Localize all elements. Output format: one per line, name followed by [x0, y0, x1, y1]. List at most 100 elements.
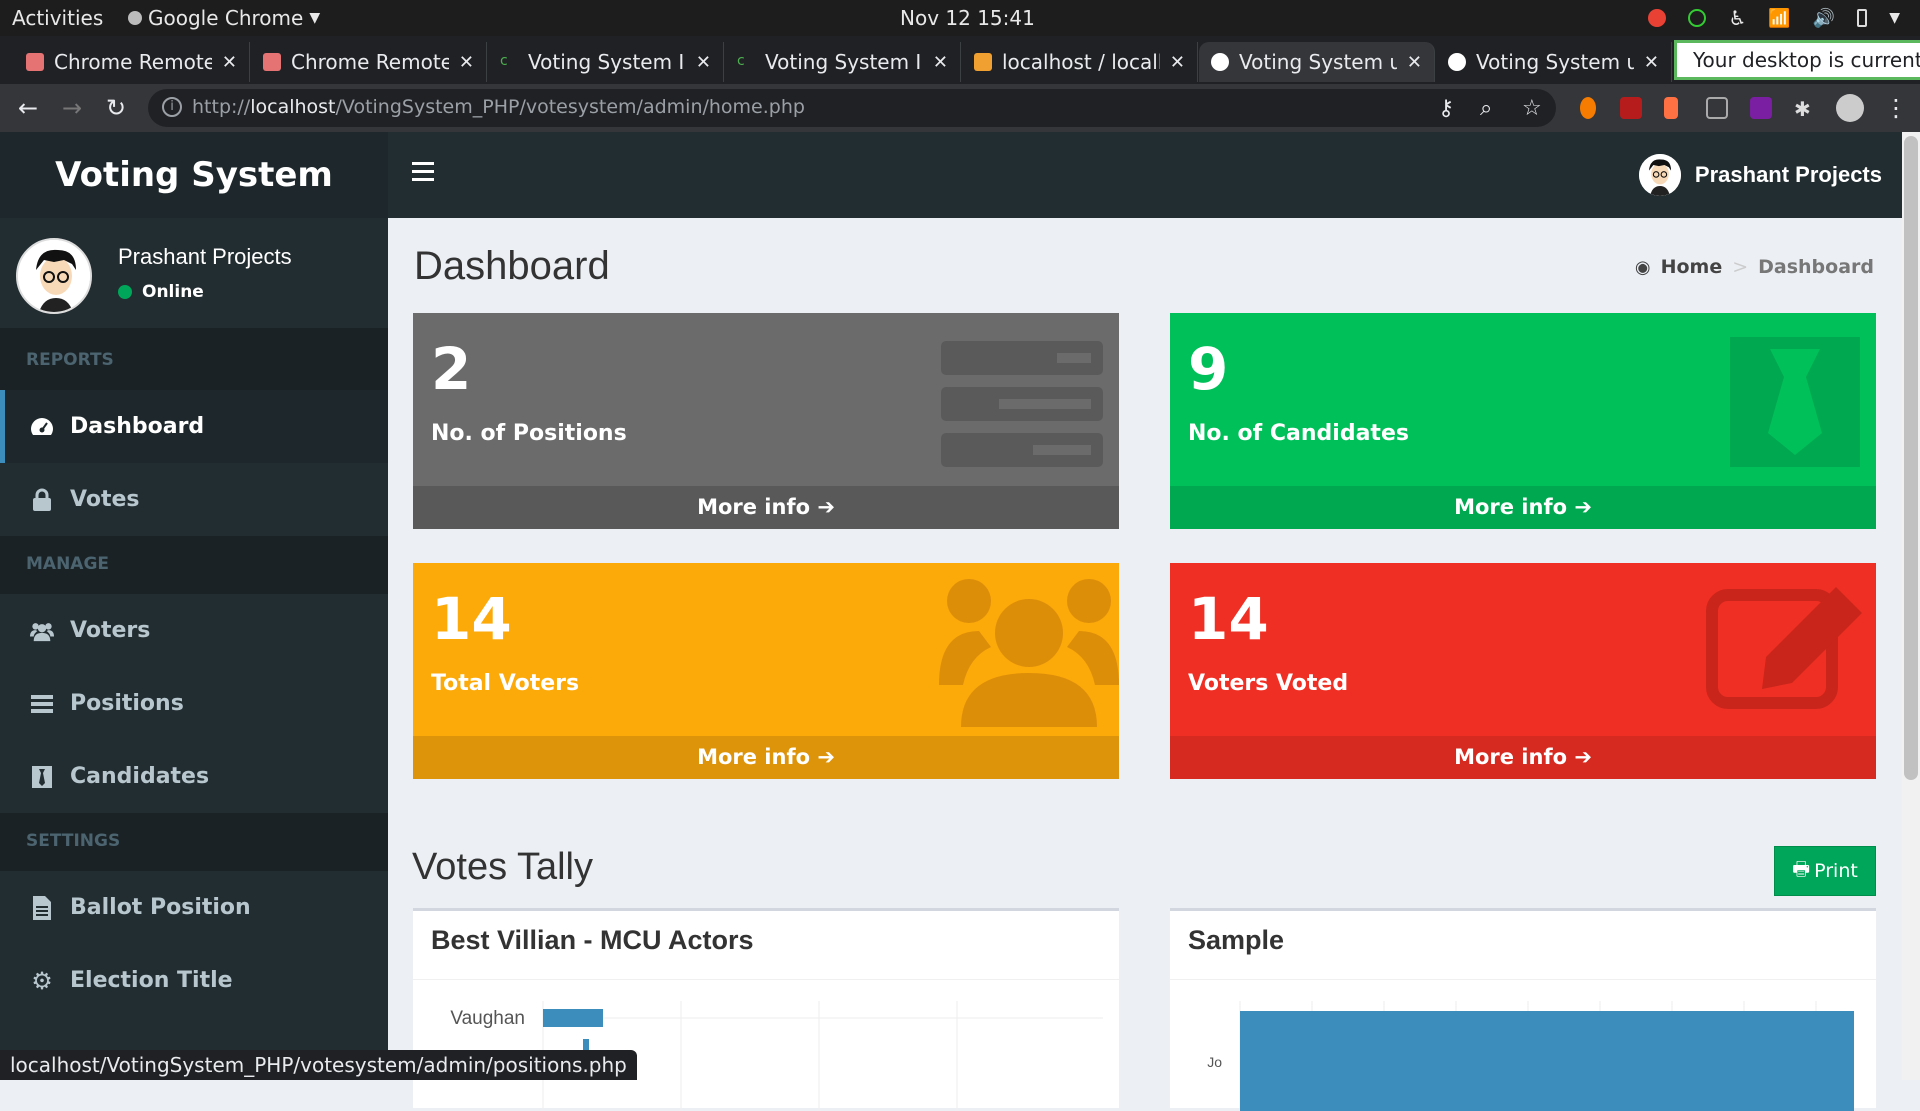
browser-tab[interactable]: c Voting System In ✕ [725, 42, 961, 82]
browser-tab[interactable]: Chrome Remote ✕ [251, 42, 487, 82]
sidebar-item-positions[interactable]: Positions [0, 667, 388, 740]
avatar-icon [18, 240, 90, 312]
sidebar-item-votes[interactable]: Votes [0, 463, 388, 536]
stat-value: 2 [431, 335, 472, 403]
key-icon[interactable]: ⚷ [1438, 96, 1454, 121]
more-menu-icon[interactable]: ⋮ [1884, 94, 1908, 122]
close-icon[interactable]: ✕ [222, 52, 237, 73]
chrome-remote-favicon [263, 53, 281, 71]
codeprojects-favicon: c [737, 53, 745, 69]
close-icon[interactable]: ✕ [1644, 52, 1659, 73]
bookmark-star-icon[interactable]: ☆ [1522, 96, 1542, 121]
sidebar-item-dashboard[interactable]: Dashboard [0, 390, 388, 463]
activities-button[interactable]: Activities [12, 6, 103, 30]
print-icon: 🖶 [1792, 858, 1811, 880]
browser-tab[interactable]: Chrome Remote ✕ [14, 42, 250, 82]
main-content: Dashboard ◉ Home > Dashboard 2 No. of Po… [388, 218, 1902, 1111]
url-prefix: http:// [192, 96, 251, 118]
back-arrow-icon[interactable]: ← [18, 94, 38, 122]
os-top-bar: Activities Google Chrome ▼ Nov 12 15:41 … [0, 0, 1920, 36]
close-icon[interactable]: ✕ [1407, 52, 1422, 73]
section-header-reports: REPORTS [0, 328, 388, 390]
chrome-remote-icon[interactable] [1648, 9, 1667, 27]
tab-label: Voting System In [765, 50, 923, 74]
tab-label: Chrome Remote [54, 50, 212, 74]
hamburger-menu-icon[interactable] [412, 162, 434, 186]
more-info-link[interactable]: More info ➔ [413, 486, 1119, 529]
sidebar-item-election-title[interactable]: ⚙ Election Title [0, 944, 388, 1017]
page-scrollbar[interactable] [1902, 132, 1920, 1080]
system-tray[interactable]: ♿ 📶 🔊 ▼ [1648, 6, 1900, 30]
info-icon[interactable]: i [162, 97, 182, 117]
app-menu[interactable]: Google Chrome ▼ [128, 6, 320, 30]
chart-bar [1240, 1011, 1854, 1111]
reload-icon[interactable]: ↻ [106, 94, 126, 122]
breadcrumb-home[interactable]: Home [1661, 256, 1723, 278]
sidebar: Voting System Prashant Projects Online R… [0, 132, 388, 1080]
globe-favicon [1448, 53, 1466, 71]
forward-arrow-icon[interactable]: → [62, 94, 82, 122]
power-manager-icon[interactable] [1688, 9, 1707, 27]
close-icon[interactable]: ✕ [933, 52, 948, 73]
stat-box-voters-voted: 14 Voters Voted More info ➔ [1170, 563, 1876, 779]
users-icon [30, 619, 54, 643]
header-user-avatar [1638, 154, 1681, 196]
sidebar-item-ballot-position[interactable]: Ballot Position [0, 871, 388, 944]
user-name: Prashant Projects [118, 244, 292, 269]
users-icon [939, 579, 1119, 727]
pocket-icon[interactable] [1706, 97, 1728, 119]
sidebar-item-candidates[interactable]: Candidates [0, 740, 388, 813]
breadcrumb: ◉ Home > Dashboard [1635, 256, 1874, 278]
stat-label: Total Voters [431, 671, 580, 696]
more-info-label: More info [697, 495, 811, 519]
black-tie-icon [30, 765, 54, 789]
browser-tab-strip: Chrome Remote ✕ Chrome Remote ✕ c Voting… [0, 36, 1920, 84]
close-icon[interactable]: ✕ [1170, 52, 1185, 73]
header-user-menu[interactable]: Prashant Projects [1638, 154, 1882, 196]
chart-bar-label: Vaughan [450, 1008, 525, 1029]
puzzle-icon[interactable]: ✱ [1794, 97, 1816, 121]
chevron-down-icon: ▼ [309, 10, 321, 26]
file-text-icon [30, 895, 54, 920]
stat-label: No. of Candidates [1188, 421, 1409, 446]
extension-icon[interactable] [1664, 97, 1678, 119]
arrow-circle-right-icon: ➔ [1574, 745, 1592, 769]
tasks-icon [30, 692, 54, 716]
cog-icon: ⚙ [31, 966, 53, 995]
browser-tab-active[interactable]: Voting System u ✕ [1199, 42, 1435, 82]
battery-icon[interactable] [1857, 9, 1868, 27]
user-status-label: Online [142, 282, 204, 302]
close-icon[interactable]: ✕ [459, 52, 474, 73]
panel-title: Best Villian - MCU Actors [431, 925, 754, 955]
browser-tab[interactable]: localhost / localh ✕ [962, 42, 1198, 82]
stat-value: 14 [431, 585, 512, 653]
brand-logo[interactable]: Voting System [0, 132, 388, 218]
extension-icon[interactable] [1620, 97, 1642, 119]
volume-icon[interactable]: 🔊 [1813, 8, 1835, 29]
tally-chart: Jo [1207, 1001, 1854, 1111]
more-info-link[interactable]: More info ➔ [1170, 736, 1876, 779]
browser-tab[interactable]: Voting System u ✕ [1436, 42, 1672, 82]
wifi-icon[interactable]: 📶 [1768, 8, 1790, 29]
breadcrumb-separator: > [1732, 256, 1749, 278]
print-button[interactable]: 🖶 Print [1774, 846, 1876, 896]
extension-icon[interactable] [1580, 97, 1596, 119]
onenote-icon[interactable] [1750, 97, 1772, 119]
accessibility-icon[interactable]: ♿ [1728, 6, 1746, 30]
user-status: Online [118, 282, 204, 302]
close-icon[interactable]: ✕ [696, 52, 711, 73]
more-info-link[interactable]: More info ➔ [1170, 486, 1876, 529]
tally-panel: Sample Jo [1170, 908, 1876, 1111]
more-info-link[interactable]: More info ➔ [413, 736, 1119, 779]
profile-avatar[interactable] [1836, 94, 1864, 122]
header-user-name: Prashant Projects [1694, 162, 1882, 187]
clock[interactable]: Nov 12 15:41 [900, 6, 1035, 30]
browser-tab[interactable]: c Voting System In ✕ [488, 42, 724, 82]
sidebar-item-voters[interactable]: Voters [0, 594, 388, 667]
system-menu-chevron-icon[interactable]: ▼ [1889, 10, 1900, 26]
arrow-circle-right-icon: ➔ [817, 745, 835, 769]
address-bar[interactable]: i http://localhost/VotingSystem_PHP/vote… [148, 89, 1556, 127]
scrollbar-thumb[interactable] [1904, 136, 1918, 780]
zoom-icon[interactable]: ⌕ [1480, 96, 1492, 121]
chart-bar [543, 1009, 603, 1027]
